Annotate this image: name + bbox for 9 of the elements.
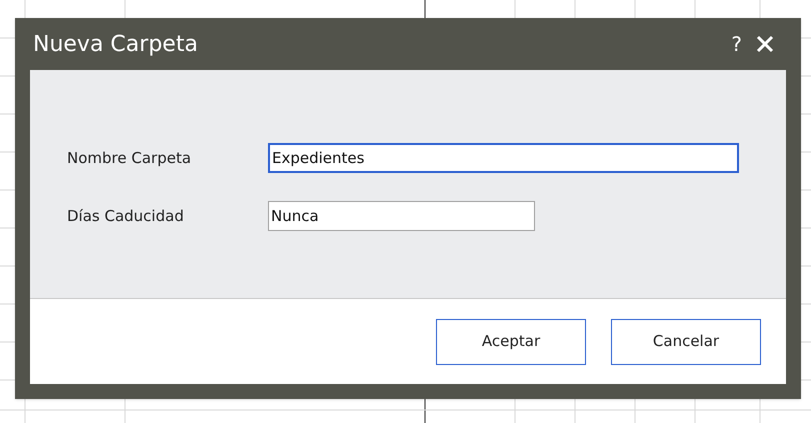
close-icon[interactable] xyxy=(756,35,774,53)
help-button[interactable]: ? xyxy=(731,29,742,59)
text-field[interactable]: Nunca xyxy=(268,201,535,231)
dialog-button[interactable]: Aceptar xyxy=(436,318,586,364)
dialog-button[interactable]: Cancelar xyxy=(611,318,761,364)
field-label: Nombre Carpeta xyxy=(67,148,192,169)
text-field[interactable]: Expedientes xyxy=(268,143,739,173)
field-label: Días Caducidad xyxy=(67,206,185,227)
window-title: Nueva Carpeta xyxy=(33,30,198,58)
